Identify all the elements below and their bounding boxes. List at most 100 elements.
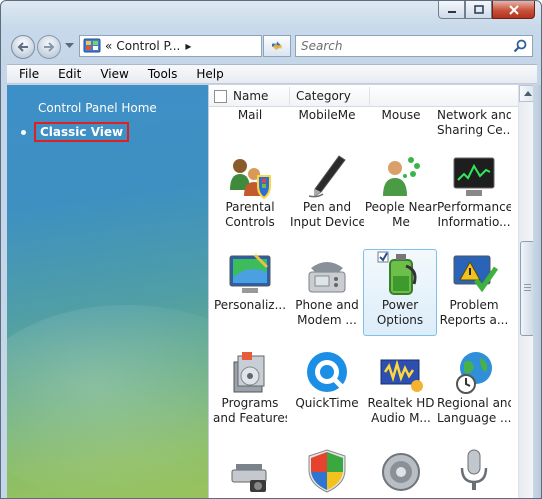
caption-buttons [438, 1, 535, 19]
arrow-right-icon [44, 42, 55, 52]
item-label: Sharing Ce... [437, 123, 511, 137]
item-label: Parental [225, 200, 275, 214]
quicktime-icon [307, 352, 347, 392]
item-label: MobileMe [298, 108, 356, 122]
realtek-audio-icon [380, 359, 423, 392]
security-center-icon [308, 449, 346, 493]
window-frame-right [533, 85, 541, 498]
control-panel-icon [83, 38, 101, 53]
arrow-left-icon [17, 42, 28, 52]
item-label: Mouse [381, 108, 421, 122]
item-label: Informatio... [437, 215, 511, 229]
back-button[interactable] [11, 35, 35, 59]
grip-icon [524, 284, 531, 293]
column-header: Name Category [209, 85, 518, 107]
control-panel-item[interactable] [437, 446, 511, 494]
item-label: Performance [437, 200, 511, 214]
item-label: QuickTime [295, 396, 359, 410]
control-panel-item[interactable]: Power Options [363, 249, 437, 336]
menu-edit[interactable]: Edit [46, 67, 88, 81]
column-name[interactable]: Name [233, 89, 268, 103]
control-panel-item[interactable] [213, 446, 287, 494]
programs-features-icon [233, 352, 265, 393]
control-panel-item[interactable]: Problem Reports a... [437, 250, 511, 328]
personalization-icon [229, 254, 271, 293]
menu-bar: File Edit View Tools Help [7, 64, 537, 84]
search-box[interactable] [295, 35, 533, 57]
scanners-cameras-icon [231, 464, 267, 492]
item-label: Modem ... [297, 313, 357, 327]
item-label: and Features [213, 411, 287, 425]
background-swoosh [7, 305, 208, 498]
search-icon[interactable] [513, 39, 527, 53]
item-label: Regional and [437, 396, 511, 410]
column-divider[interactable] [369, 87, 370, 105]
people-near-me-icon [383, 157, 420, 196]
item-label: Problem [449, 298, 499, 312]
close-icon [508, 4, 519, 15]
control-panel-item[interactable]: Personaliz... [213, 250, 287, 313]
address-path[interactable]: Control P... [116, 39, 180, 53]
classic-view-link[interactable]: Classic View [34, 122, 130, 142]
pen-icon [308, 155, 346, 198]
item-label: Pen and [302, 200, 352, 214]
chevron-up-icon [523, 91, 532, 96]
column-divider[interactable] [289, 87, 290, 105]
control-panel-item[interactable]: QuickTime [290, 348, 364, 411]
forward-button[interactable] [37, 35, 61, 59]
item-label: Mail [237, 108, 263, 122]
minimize-button[interactable] [438, 1, 465, 19]
speech-recognition-icon [460, 449, 488, 490]
item-label: Options [376, 313, 424, 327]
power-options-icon [377, 251, 417, 295]
item-label: Me [392, 215, 410, 229]
select-all-checkbox[interactable] [214, 90, 227, 103]
refresh-icon [272, 41, 282, 51]
item-label: Personaliz... [213, 298, 287, 312]
item-label: Phone and [295, 298, 359, 312]
control-panel-item[interactable]: Phone and Modem ... [290, 250, 364, 328]
item-label: Language ... [437, 411, 511, 425]
performance-icon [453, 157, 495, 196]
close-button[interactable] [492, 1, 535, 19]
address-separator-arrow[interactable]: ▸ [185, 39, 191, 53]
recent-pages-dropdown-icon[interactable] [65, 43, 74, 49]
control-panel-item[interactable]: Realtek HD Audio M... [364, 348, 438, 426]
address-prefix[interactable]: « [105, 39, 112, 53]
menu-help[interactable]: Help [184, 67, 230, 81]
phone-modem-icon [308, 262, 346, 293]
address-bar[interactable]: « Control P... ▸ [79, 35, 262, 57]
menu-file[interactable]: File [7, 67, 46, 81]
item-label: Input Devices [290, 215, 364, 229]
item-label: Reports a... [439, 313, 509, 327]
control-panel-item[interactable]: Regional and Language ... [437, 348, 511, 426]
control-panel-item[interactable]: Parental Controls [213, 152, 287, 230]
item-label: People Near [364, 200, 438, 214]
control-panel-item[interactable]: Pen and Input Devices [290, 152, 364, 230]
menu-view[interactable]: View [88, 67, 135, 81]
parental-controls-icon [230, 159, 271, 200]
maximize-icon [473, 4, 484, 14]
refresh-button[interactable] [263, 35, 291, 57]
classic-view-row: Classic View [21, 122, 130, 142]
search-input[interactable] [296, 36, 506, 56]
task-pane: Control Panel Home Classic View [7, 85, 208, 498]
bullet-icon [21, 129, 26, 135]
control-panel-item[interactable] [364, 446, 438, 494]
item-label: Audio M... [371, 411, 431, 425]
items-view: Mail MobileMe Mouse Network and Sharing Ce..… [208, 85, 518, 498]
menu-tools[interactable]: Tools [136, 67, 185, 81]
minimize-icon [447, 10, 456, 13]
control-panel-home-link[interactable]: Control Panel Home [38, 101, 157, 115]
control-panel-item[interactable]: Programs and Features [213, 348, 287, 426]
sound-icon [382, 453, 420, 491]
column-category[interactable]: Category [296, 89, 351, 103]
control-panel-item[interactable]: Performance Informatio... [437, 152, 511, 230]
item-label: Network and [437, 108, 511, 122]
maximize-button[interactable] [465, 1, 492, 19]
item-label: Programs [221, 396, 279, 410]
regional-language-icon [456, 352, 492, 394]
control-panel-item[interactable]: People Near Me [364, 152, 438, 230]
control-panel-item[interactable] [290, 446, 364, 494]
item-label: Realtek HD [367, 396, 435, 410]
